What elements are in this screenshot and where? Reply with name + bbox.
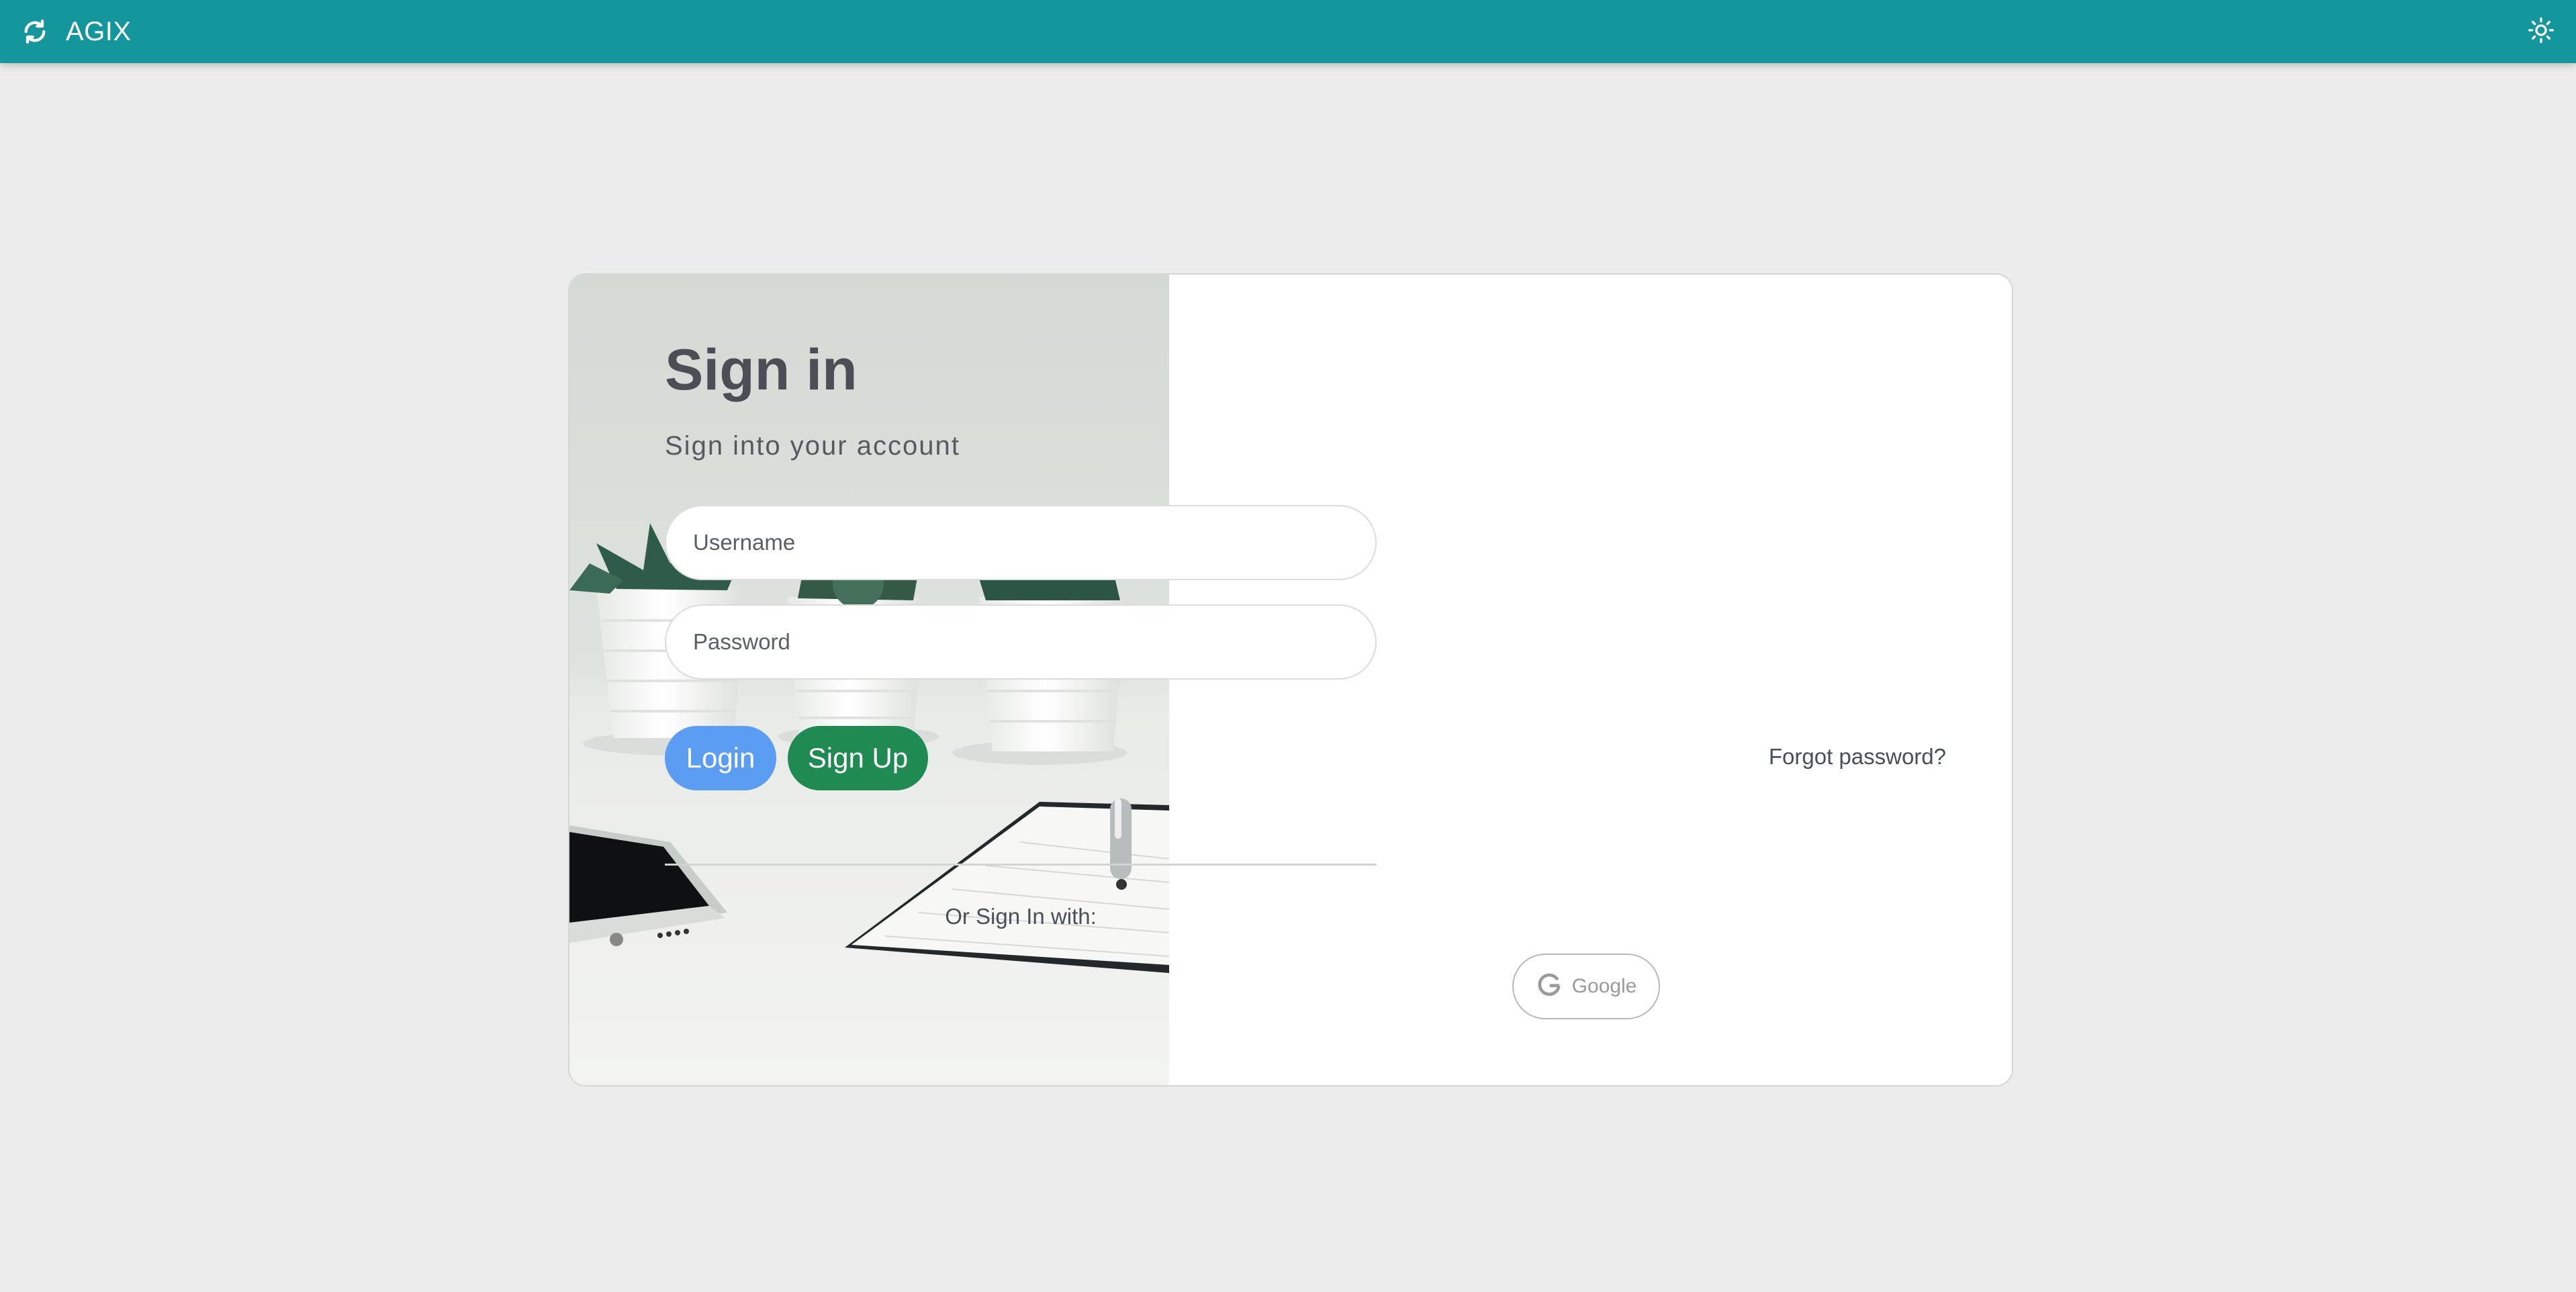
refresh-icon bbox=[20, 17, 50, 46]
theme-toggle-button[interactable] bbox=[2525, 15, 2557, 48]
password-input[interactable] bbox=[665, 604, 1377, 680]
google-label: Google bbox=[1571, 975, 1637, 997]
page-title: Sign in bbox=[665, 338, 858, 402]
top-navbar: AGIX bbox=[0, 0, 2576, 63]
google-signin-button[interactable]: Google bbox=[1512, 954, 1660, 1019]
google-icon bbox=[1536, 972, 1563, 1002]
login-button[interactable]: Login bbox=[665, 726, 776, 790]
hero-photo bbox=[569, 275, 1169, 1085]
username-input[interactable] bbox=[665, 505, 1377, 580]
or-sign-in-label: Or Sign In with: bbox=[945, 904, 1097, 929]
divider bbox=[665, 864, 1377, 866]
brand[interactable]: AGIX bbox=[20, 17, 132, 47]
app-name: AGIX bbox=[66, 16, 132, 46]
page-subtitle: Sign into your account bbox=[665, 431, 960, 461]
forgot-password-link[interactable]: Forgot password? bbox=[1769, 745, 1946, 768]
signup-button[interactable]: Sign Up bbox=[788, 726, 928, 790]
sun-icon bbox=[2528, 17, 2555, 47]
